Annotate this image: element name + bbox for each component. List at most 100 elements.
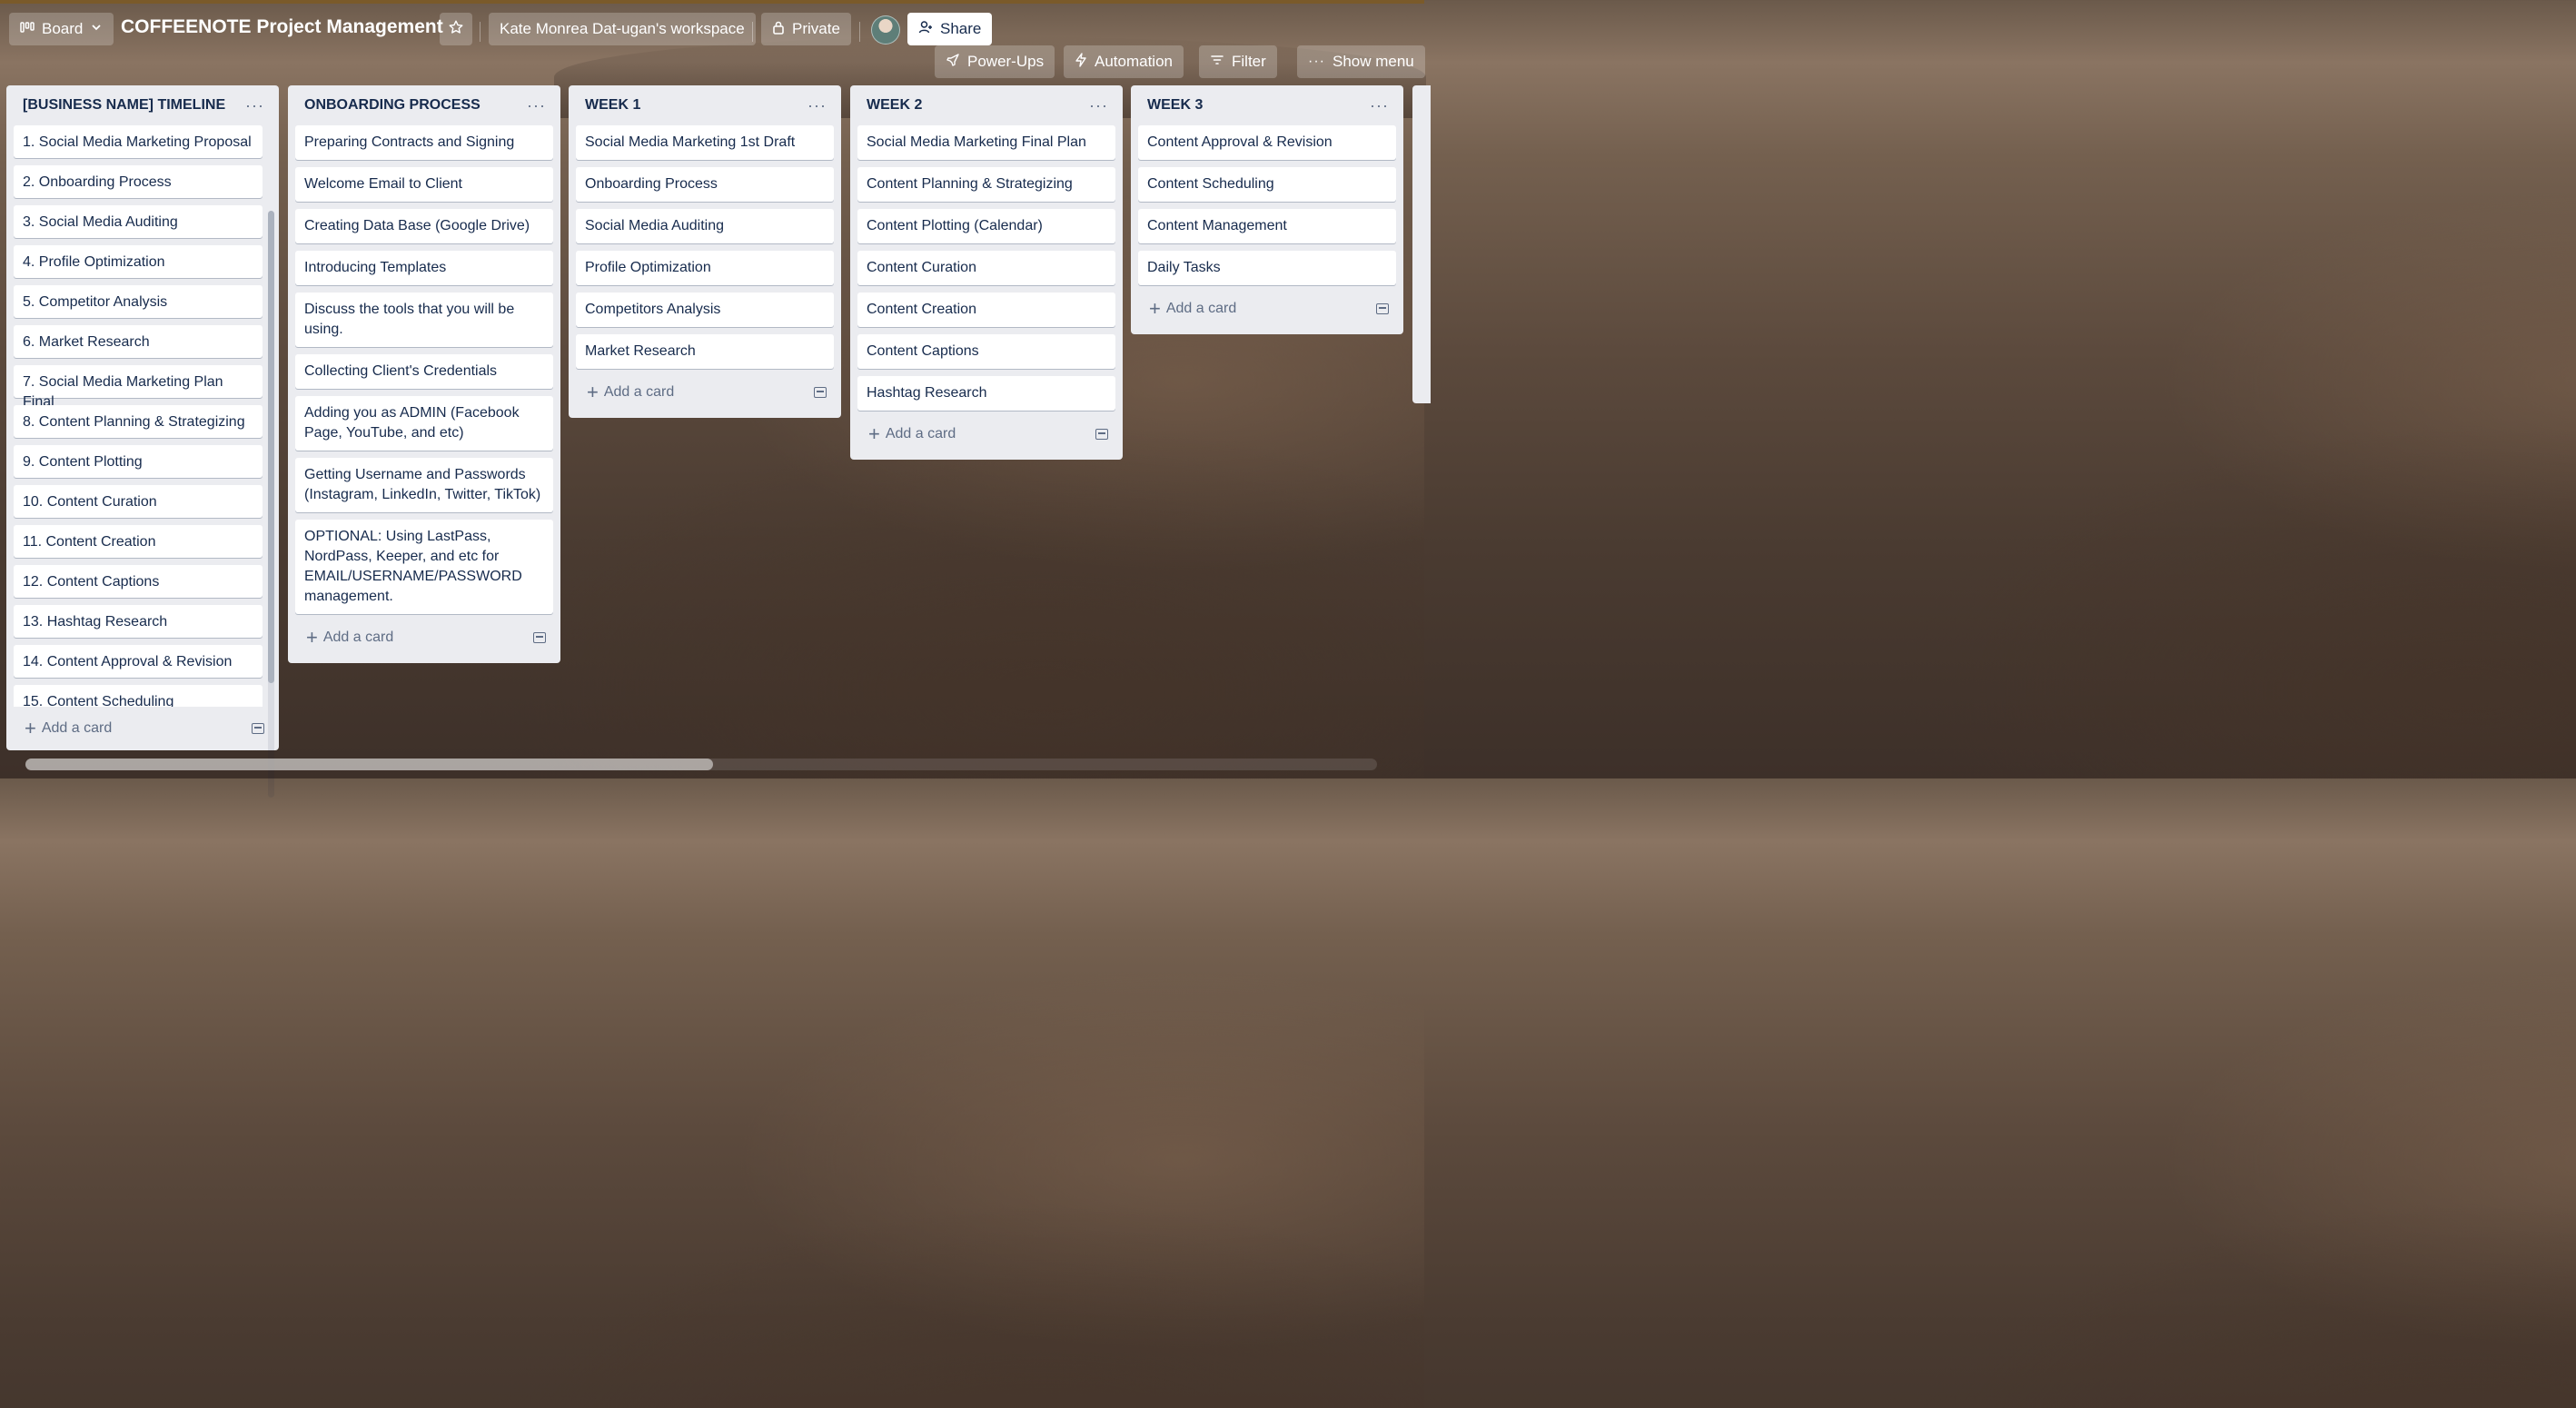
add-card-button[interactable]: + Add a card — [576, 374, 834, 411]
card-template-icon[interactable] — [1376, 303, 1389, 314]
list-menu-icon[interactable]: ··· — [1370, 97, 1389, 114]
card[interactable]: Social Media Auditing — [576, 209, 834, 243]
card[interactable]: Profile Optimization — [576, 251, 834, 285]
card[interactable]: Welcome Email to Client — [295, 167, 553, 202]
board-view-label: Board — [42, 20, 84, 37]
card[interactable]: 5. Competitor Analysis — [14, 285, 263, 318]
card-template-icon[interactable] — [1095, 429, 1108, 440]
board-scrollbar-thumb[interactable] — [25, 759, 713, 770]
card[interactable]: 9. Content Plotting — [14, 445, 263, 478]
card[interactable]: 10. Content Curation — [14, 485, 263, 518]
more-icon: ··· — [1308, 54, 1325, 69]
list-menu-icon[interactable]: ··· — [245, 97, 264, 114]
workspace-button[interactable]: Kate Monrea Dat-ugan's workspace — [489, 13, 756, 45]
add-card-label: Add a card — [603, 384, 675, 400]
card-template-icon[interactable] — [252, 723, 264, 734]
card[interactable]: Content Curation — [857, 251, 1115, 285]
card[interactable]: 1. Social Media Marketing Proposal — [14, 125, 263, 158]
card[interactable]: Daily Tasks — [1138, 251, 1396, 285]
board-scrollbar[interactable] — [25, 759, 1377, 770]
card[interactable]: 4. Profile Optimization — [14, 245, 263, 278]
card[interactable]: 14. Content Approval & Revision — [14, 645, 263, 678]
power-ups-button[interactable]: Power-Ups — [935, 45, 1055, 78]
list-menu-icon[interactable]: ··· — [527, 97, 546, 114]
card[interactable]: Adding you as ADMIN (Facebook Page, YouT… — [295, 396, 553, 451]
share-button[interactable]: Share — [907, 13, 993, 45]
list-title[interactable]: ONBOARDING PROCESS — [304, 97, 481, 114]
card[interactable]: Content Creation — [857, 293, 1115, 327]
card[interactable]: Collecting Client's Credentials — [295, 354, 553, 389]
member-avatar[interactable] — [871, 15, 900, 45]
board-header: Board COFFEENOTE Project Management Kate… — [0, 4, 1425, 82]
card-template-icon[interactable] — [533, 632, 546, 643]
list-header: [BUSINESS NAME] TIMELINE ··· — [14, 85, 272, 125]
list-title[interactable]: WEEK 2 — [867, 97, 922, 114]
share-label: Share — [940, 20, 982, 37]
add-card-label: Add a card — [322, 630, 394, 645]
card[interactable]: 7. Social Media Marketing Plan Final — [14, 365, 263, 410]
list-scrollbar[interactable] — [268, 211, 274, 798]
card[interactable]: Hashtag Research — [857, 376, 1115, 411]
list-title[interactable]: WEEK 1 — [585, 97, 640, 114]
list-business-timeline: [BUSINESS NAME] TIMELINE ··· 1. Social M… — [6, 85, 279, 798]
rocket-icon — [946, 53, 960, 72]
card-list: Preparing Contracts and Signing Welcome … — [295, 125, 553, 614]
card[interactable]: Competitors Analysis — [576, 293, 834, 327]
list-week-2: WEEK 2 ··· Social Media Marketing Final … — [850, 85, 1123, 460]
lightning-icon — [1075, 52, 1087, 72]
card[interactable]: 3. Social Media Auditing — [14, 205, 263, 238]
card[interactable]: 13. Hashtag Research — [14, 605, 263, 638]
card-list: Social Media Marketing 1st Draft Onboard… — [576, 125, 834, 369]
list-title[interactable]: WEEK 3 — [1147, 97, 1203, 114]
card[interactable]: Content Planning & Strategizing — [857, 167, 1115, 202]
add-card-button[interactable]: + Add a card — [1138, 291, 1396, 327]
card[interactable]: OPTIONAL: Using LastPass, NordPass, Keep… — [295, 520, 553, 614]
card[interactable]: 11. Content Creation — [14, 525, 263, 558]
list-menu-icon[interactable]: ··· — [807, 97, 827, 114]
card[interactable]: Market Research — [576, 334, 834, 369]
list-header: WEEK 2 ··· — [857, 85, 1115, 125]
show-menu-button[interactable]: ··· Show menu — [1297, 45, 1425, 78]
star-button[interactable] — [440, 13, 472, 45]
card[interactable]: 12. Content Captions — [14, 565, 263, 598]
card[interactable]: 6. Market Research — [14, 325, 263, 358]
card[interactable]: Content Management — [1138, 209, 1396, 243]
visibility-button[interactable]: Private — [761, 13, 851, 45]
automation-button[interactable]: Automation — [1064, 45, 1184, 78]
add-card-button[interactable]: + Add a card — [857, 416, 1115, 452]
add-card-button[interactable]: + Add a card — [295, 620, 553, 656]
card[interactable]: Introducing Templates — [295, 251, 553, 285]
card[interactable]: Content Scheduling — [1138, 167, 1396, 202]
card[interactable]: 8. Content Planning & Strategizing — [14, 405, 263, 438]
card[interactable]: 15. Content Scheduling — [14, 685, 263, 707]
list-week-3: WEEK 3 ··· Content Approval & Revision C… — [1131, 85, 1403, 334]
card[interactable]: Onboarding Process — [576, 167, 834, 202]
card[interactable]: Getting Username and Passwords (Instagra… — [295, 458, 553, 512]
star-icon — [448, 19, 464, 40]
list-scrollbar-thumb[interactable] — [268, 211, 274, 683]
add-card-button[interactable]: + Add a card — [14, 710, 272, 747]
plus-icon: + — [25, 717, 36, 739]
add-card-label: Add a card — [1165, 301, 1237, 316]
card[interactable]: Content Captions — [857, 334, 1115, 369]
filter-button[interactable]: Filter — [1199, 45, 1277, 78]
card[interactable]: Discuss the tools that you will be using… — [295, 293, 553, 347]
list-partial-offscreen — [1412, 85, 1431, 403]
board-title[interactable]: COFFEENOTE Project Management — [121, 16, 443, 38]
card[interactable]: Social Media Marketing Final Plan — [857, 125, 1115, 160]
workspace-label: Kate Monrea Dat-ugan's workspace — [500, 20, 745, 37]
plus-icon: + — [587, 381, 599, 403]
add-card-label: Add a card — [41, 720, 113, 736]
list-title[interactable]: [BUSINESS NAME] TIMELINE — [23, 97, 225, 114]
card[interactable]: Content Approval & Revision — [1138, 125, 1396, 160]
board-view-switcher[interactable]: Board — [9, 13, 114, 45]
list-week-1: WEEK 1 ··· Social Media Marketing 1st Dr… — [569, 85, 841, 418]
card[interactable]: Social Media Marketing 1st Draft — [576, 125, 834, 160]
list-menu-icon[interactable]: ··· — [1089, 97, 1108, 114]
card[interactable]: Preparing Contracts and Signing — [295, 125, 553, 160]
lock-icon — [772, 20, 785, 39]
card[interactable]: 2. Onboarding Process — [14, 165, 263, 198]
card[interactable]: Content Plotting (Calendar) — [857, 209, 1115, 243]
card-template-icon[interactable] — [814, 387, 827, 398]
card[interactable]: Creating Data Base (Google Drive) — [295, 209, 553, 243]
